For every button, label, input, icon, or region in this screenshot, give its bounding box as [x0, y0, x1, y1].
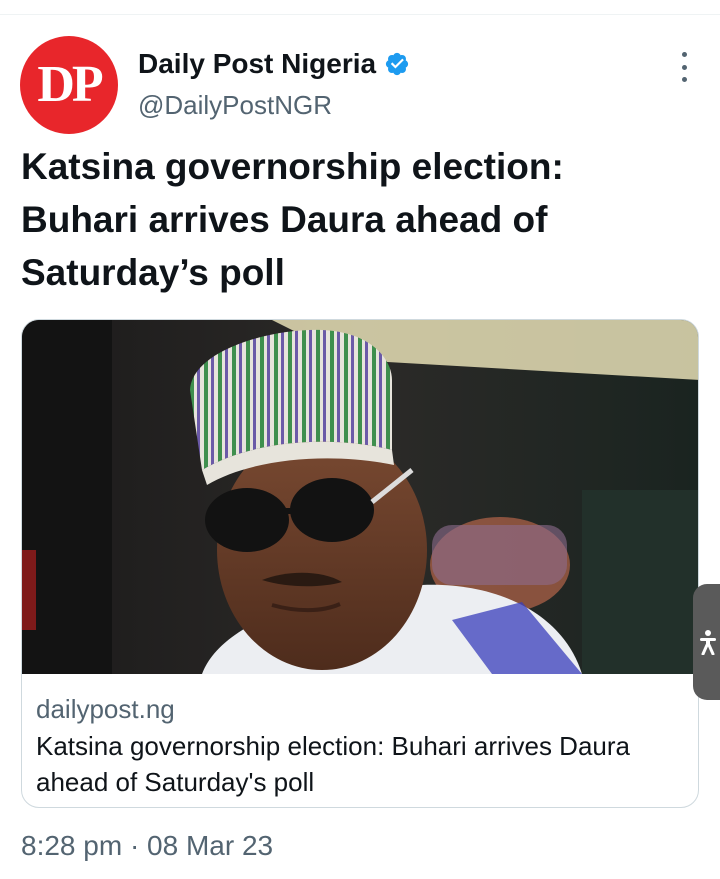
account-handle[interactable]: @DailyPostNGR [138, 90, 332, 121]
more-dot [681, 77, 687, 82]
link-preview-card[interactable]: dailypost.ng Katsina governorship electi… [21, 319, 699, 808]
card-meta: dailypost.ng Katsina governorship electi… [36, 692, 686, 800]
tweet-text: Katsina governorship election: Buhari ar… [21, 146, 564, 293]
card-title: Katsina governorship election: Buhari ar… [36, 731, 630, 797]
card-domain: dailypost.ng [36, 694, 175, 724]
tweet-timestamp[interactable]: 8:28 pm · 08 Mar 23 [21, 830, 273, 862]
display-name[interactable]: Daily Post Nigeria [138, 48, 376, 80]
accessibility-figure-icon [700, 630, 716, 655]
avatar-logo-text: DP [37, 56, 103, 113]
more-dot [681, 64, 687, 70]
account-name-row[interactable]: Daily Post Nigeria [138, 46, 410, 82]
more-dot [681, 52, 687, 57]
accessibility-icon[interactable] [693, 584, 720, 700]
top-divider [0, 14, 720, 15]
avatar[interactable]: DP [20, 36, 118, 134]
article-image[interactable] [22, 320, 699, 674]
verified-badge-icon [385, 52, 409, 76]
more-options-icon[interactable] [674, 52, 694, 82]
